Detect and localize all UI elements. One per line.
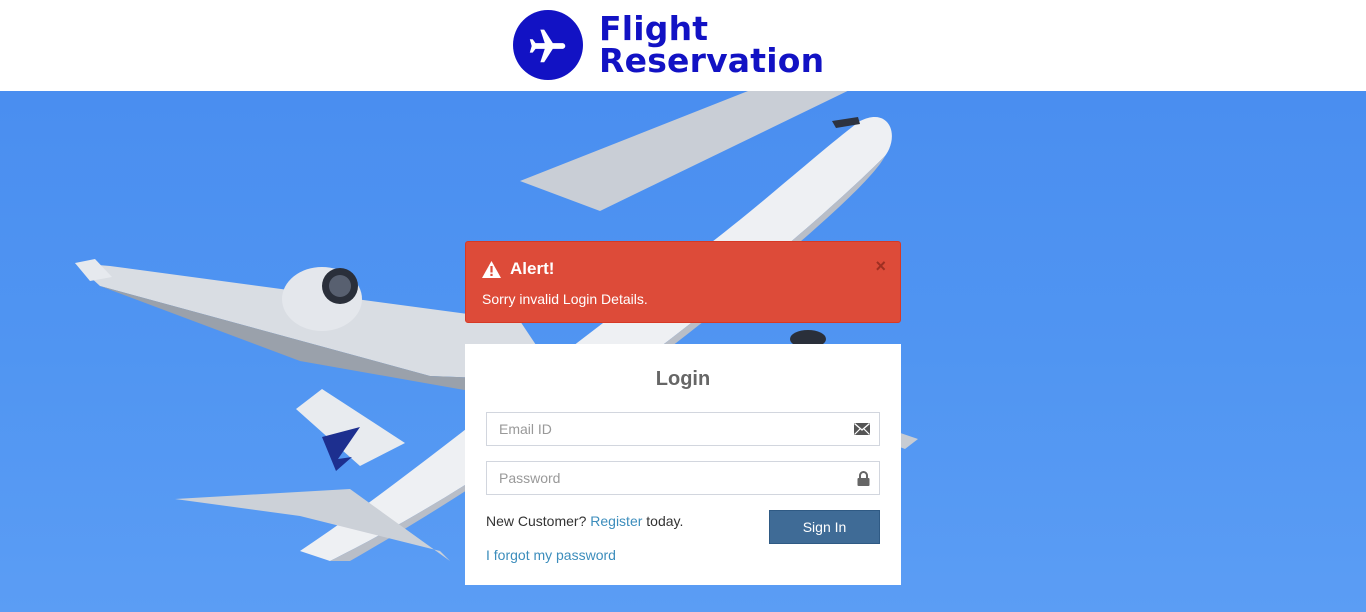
register-link[interactable]: Register (590, 513, 642, 529)
airplane-icon (513, 10, 583, 80)
register-line: New Customer? Register today. (486, 513, 683, 529)
alert-title-text: Alert! (510, 259, 555, 278)
forgot-password-link[interactable]: I forgot my password (486, 547, 616, 563)
login-box: Login New Customer? Register today. Sign… (465, 344, 901, 585)
close-icon[interactable]: × (875, 257, 886, 275)
today-text: today. (646, 513, 684, 529)
error-alert: Alert! Sorry invalid Login Details. × (465, 241, 901, 323)
lock-icon (857, 471, 870, 486)
email-input[interactable] (487, 413, 879, 445)
header: Flight Reservation (0, 0, 1366, 91)
site-logo[interactable]: Flight Reservation (513, 10, 824, 80)
warning-icon (482, 260, 501, 278)
login-title: Login (655, 368, 711, 390)
envelope-icon (854, 422, 870, 436)
password-field-wrapper (486, 461, 880, 495)
password-input[interactable] (487, 462, 879, 494)
new-customer-text: New Customer? (486, 513, 587, 529)
alert-message: Sorry invalid Login Details. (482, 291, 648, 307)
logo-line-2: Reservation (599, 41, 825, 80)
logo-text: Flight Reservation (599, 12, 825, 80)
alert-title: Alert! (482, 259, 554, 279)
sign-in-button[interactable]: Sign In (769, 510, 880, 544)
email-field-wrapper (486, 412, 880, 446)
